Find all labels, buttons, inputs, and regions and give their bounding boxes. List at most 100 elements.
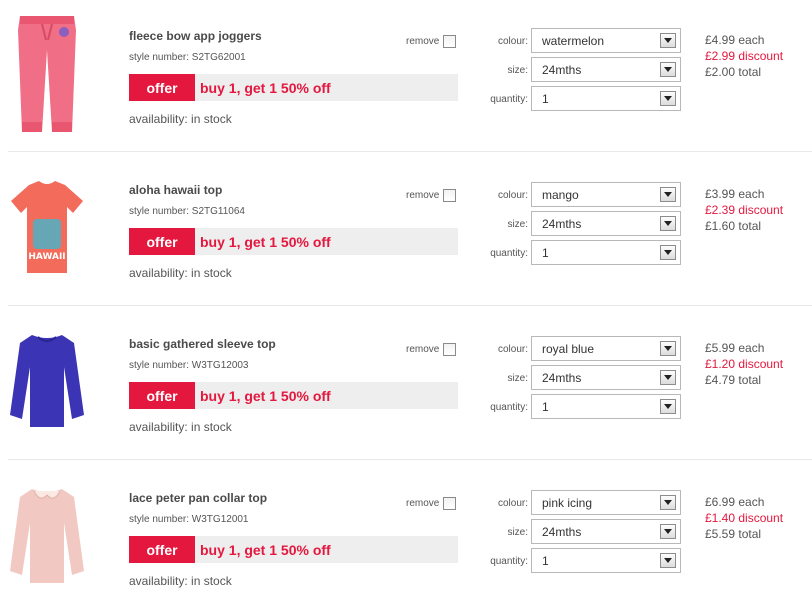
remove-label: remove <box>406 344 440 355</box>
product-name[interactable]: fleece bow app joggers <box>129 29 262 43</box>
quantity-label: quantity: <box>490 402 528 413</box>
price-total: £1.60 total <box>705 219 762 233</box>
row-divider <box>8 305 812 306</box>
chevron-down-icon[interactable] <box>660 341 676 356</box>
quantity-select[interactable]: 1 <box>531 240 681 265</box>
offer-text: buy 1, get 1 50% off <box>200 542 331 558</box>
quantity-label: quantity: <box>490 94 528 105</box>
quantity-select[interactable]: 1 <box>531 86 681 111</box>
remove-label: remove <box>406 498 440 509</box>
chevron-down-icon[interactable] <box>660 187 676 202</box>
price-each: £3.99 each <box>705 187 765 201</box>
colour-select[interactable]: watermelon <box>531 28 681 53</box>
size-value: 24mths <box>542 63 582 77</box>
quantity-select[interactable]: 1 <box>531 394 681 419</box>
remove-label: remove <box>406 36 440 47</box>
colour-label: colour: <box>497 498 528 509</box>
svg-text:HAWAII: HAWAII <box>28 252 65 262</box>
remove-control[interactable]: remove <box>406 497 457 510</box>
product-name[interactable]: aloha hawaii top <box>129 183 222 197</box>
chevron-down-icon[interactable] <box>660 495 676 510</box>
price-each: £4.99 each <box>705 33 765 47</box>
size-select[interactable]: 24mths <box>531 57 681 82</box>
pink-collar-top-image[interactable] <box>8 470 86 600</box>
availability-text: availability: in stock <box>129 112 232 126</box>
colour-value: watermelon <box>542 34 605 48</box>
chevron-down-icon[interactable] <box>660 33 676 48</box>
chevron-down-icon[interactable] <box>660 245 676 260</box>
remove-checkbox[interactable] <box>443 497 457 510</box>
offer-text: buy 1, get 1 50% off <box>200 80 331 96</box>
product-name[interactable]: basic gathered sleeve top <box>129 337 276 351</box>
colour-value: royal blue <box>542 342 595 356</box>
size-label: size: <box>507 65 528 76</box>
offer-bar: offer buy 1, get 1 50% off <box>129 74 458 101</box>
style-number: style number: W3TG12003 <box>129 360 249 371</box>
size-label: size: <box>507 527 528 538</box>
colour-select[interactable]: royal blue <box>531 336 681 361</box>
size-value: 24mths <box>542 371 582 385</box>
coral-tshirt-image[interactable]: HAWAII <box>8 162 86 292</box>
basket-item-row: HAWAII aloha hawaii top style number: S2TG… <box>0 154 812 308</box>
remove-control[interactable]: remove <box>406 343 457 356</box>
style-number: style number: S2TG11064 <box>129 206 245 217</box>
availability-text: availability: in stock <box>129 266 232 280</box>
size-select[interactable]: 24mths <box>531 365 681 390</box>
product-name[interactable]: lace peter pan collar top <box>129 491 267 505</box>
remove-control[interactable]: remove <box>406 189 457 202</box>
price-each: £5.99 each <box>705 341 765 355</box>
availability-text: availability: in stock <box>129 420 232 434</box>
price-discount: £2.39 discount <box>705 203 784 217</box>
chevron-down-icon[interactable] <box>660 399 676 414</box>
chevron-down-icon[interactable] <box>660 91 676 106</box>
blue-longsleeve-image[interactable] <box>8 316 86 446</box>
chevron-down-icon[interactable] <box>660 62 676 77</box>
price-total: £2.00 total <box>705 65 762 79</box>
colour-select[interactable]: mango <box>531 182 681 207</box>
offer-bar: offer buy 1, get 1 50% off <box>129 382 458 409</box>
availability-text: availability: in stock <box>129 574 232 588</box>
quantity-label: quantity: <box>490 248 528 259</box>
price-discount: £2.99 discount <box>705 49 784 63</box>
price-each: £6.99 each <box>705 495 765 509</box>
offer-bar: offer buy 1, get 1 50% off <box>129 228 458 255</box>
quantity-label: quantity: <box>490 556 528 567</box>
chevron-down-icon[interactable] <box>660 553 676 568</box>
quantity-select[interactable]: 1 <box>531 548 681 573</box>
offer-badge: offer <box>129 382 195 409</box>
basket-item-row: fleece bow app joggers style number: S2TG… <box>0 0 812 154</box>
colour-label: colour: <box>497 190 528 201</box>
colour-label: colour: <box>497 344 528 355</box>
offer-badge: offer <box>129 74 195 101</box>
pink-joggers-image[interactable] <box>8 8 86 138</box>
chevron-down-icon[interactable] <box>660 524 676 539</box>
colour-label: colour: <box>497 36 528 47</box>
size-value: 24mths <box>542 217 582 231</box>
chevron-down-icon[interactable] <box>660 216 676 231</box>
price-total: £4.79 total <box>705 373 762 387</box>
basket-item-row: lace peter pan collar top style number: W… <box>0 462 812 608</box>
price-total: £5.59 total <box>705 527 762 541</box>
remove-control[interactable]: remove <box>406 35 457 48</box>
offer-text: buy 1, get 1 50% off <box>200 234 331 250</box>
colour-select[interactable]: pink icing <box>531 490 681 515</box>
remove-checkbox[interactable] <box>443 35 457 48</box>
remove-checkbox[interactable] <box>443 189 457 202</box>
quantity-value: 1 <box>542 554 549 568</box>
size-select[interactable]: 24mths <box>531 519 681 544</box>
quantity-value: 1 <box>542 246 549 260</box>
quantity-value: 1 <box>542 400 549 414</box>
chevron-down-icon[interactable] <box>660 370 676 385</box>
size-value: 24mths <box>542 525 582 539</box>
colour-value: pink icing <box>542 496 593 510</box>
style-number: style number: W3TG12001 <box>129 514 249 525</box>
offer-badge: offer <box>129 536 195 563</box>
offer-bar: offer buy 1, get 1 50% off <box>129 536 458 563</box>
remove-checkbox[interactable] <box>443 343 457 356</box>
offer-text: buy 1, get 1 50% off <box>200 388 331 404</box>
row-divider <box>8 459 812 460</box>
size-select[interactable]: 24mths <box>531 211 681 236</box>
offer-badge: offer <box>129 228 195 255</box>
size-label: size: <box>507 373 528 384</box>
remove-label: remove <box>406 190 440 201</box>
